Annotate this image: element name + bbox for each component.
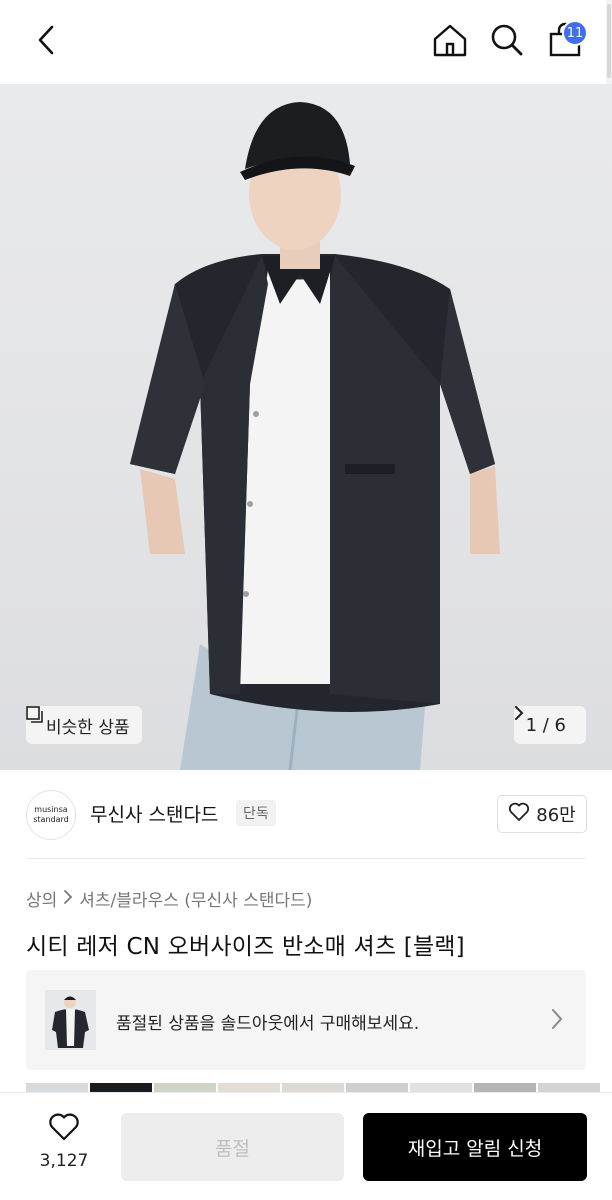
restock-notify-button[interactable]: 재입고 알림 신청 <box>363 1113 587 1181</box>
product-title: 시티 레저 CN 오버사이즈 반소매 셔츠 [블랙] <box>26 934 465 960</box>
top-nav: 11 <box>0 0 612 84</box>
image-page-indicator[interactable]: 1 / 6 <box>513 706 586 744</box>
search-icon <box>490 23 524 61</box>
scrollbar-track[interactable] <box>606 0 612 84</box>
chevron-right-icon <box>63 889 73 909</box>
brand-logo-line1: musinsa <box>34 805 68 814</box>
brand-like-button[interactable]: 86만 <box>497 795 587 833</box>
home-button[interactable] <box>428 22 472 62</box>
page-indicator-text: 1 / 6 <box>525 714 566 736</box>
search-button[interactable] <box>486 22 528 62</box>
soldout-button[interactable]: 품절 <box>121 1113 344 1181</box>
divider <box>26 858 586 859</box>
back-icon <box>36 24 56 60</box>
chevron-right-icon <box>550 1008 564 1030</box>
soldout-banner-text: 품절된 상품을 솔드아웃에서 구매해보세요. <box>116 1014 420 1034</box>
cart-count-badge: 11 <box>562 20 588 46</box>
brand-logo[interactable]: musinsa standard <box>26 790 76 840</box>
brand-name-link[interactable]: 무신사 스탠다드 <box>90 800 218 827</box>
similar-label: 비슷한 상품 <box>46 717 130 738</box>
breadcrumb: 상의 셔츠/블라우스 (무신사 스탠다드) <box>26 886 312 911</box>
brand-row: musinsa standard 무신사 스탠다드 단독 86만 <box>0 770 612 860</box>
wishlist-button[interactable]: 3,127 <box>30 1113 98 1183</box>
product-photo <box>130 102 500 770</box>
brand-logo-line2: standard <box>33 815 69 824</box>
back-button[interactable] <box>28 22 64 62</box>
breadcrumb-item-top[interactable]: 상의 <box>26 886 57 911</box>
soldout-banner[interactable]: 품절된 상품을 솔드아웃에서 구매해보세요. <box>26 970 586 1070</box>
heart-icon <box>48 1113 80 1145</box>
product-image-gallery[interactable]: 비슷한 상품 1 / 6 <box>0 84 612 770</box>
bottom-action-bar: 3,127 품절 재입고 알림 신청 <box>0 1092 612 1200</box>
exclusive-badge: 단독 <box>236 800 276 826</box>
scrollbar-thumb[interactable] <box>607 4 611 78</box>
brand-like-count: 86만 <box>536 805 576 826</box>
breadcrumb-item-category[interactable]: 셔츠/블라우스 (무신사 스탠다드) <box>79 886 312 911</box>
similar-products-button[interactable]: 비슷한 상품 <box>26 706 142 744</box>
wishlist-count: 3,127 <box>39 1151 89 1171</box>
home-icon <box>432 22 468 62</box>
heart-icon <box>508 802 530 827</box>
banner-product-thumbnail <box>45 990 96 1050</box>
